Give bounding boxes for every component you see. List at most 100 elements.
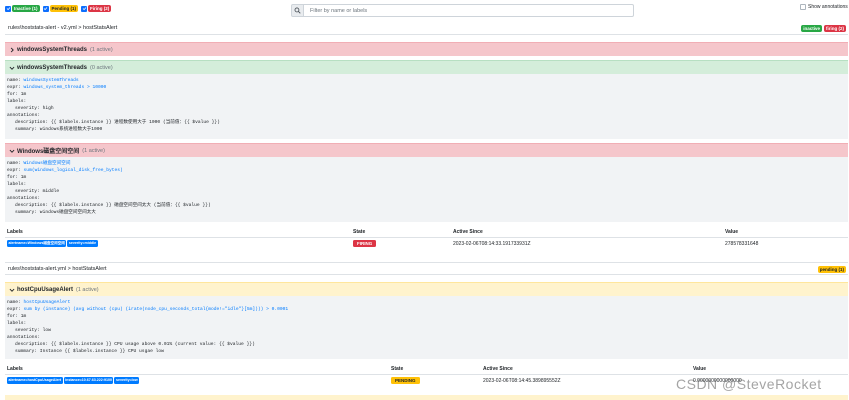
- checkbox-checked-icon[interactable]: [42, 5, 49, 12]
- rule-annotations-line: annotations:: [7, 113, 41, 118]
- checkbox-unchecked-icon[interactable]: [800, 4, 806, 10]
- state-badge: PENDING: [391, 377, 420, 384]
- group-state-badges: pending (1): [817, 266, 846, 273]
- table-header-row: Labels State Active Since Value: [5, 227, 848, 238]
- rule-annotations-line: annotations:: [7, 196, 41, 201]
- firing-badge: firing (2): [824, 25, 846, 32]
- rule-severity-line: severity: high: [15, 106, 54, 111]
- rule-expr-line: expr: sum(windows_logical_disk_free_byte…: [7, 168, 123, 173]
- checkbox-checked-icon[interactable]: [81, 5, 88, 12]
- pending-badge: pending (1): [817, 266, 846, 273]
- rule-name-link[interactable]: windowsSystemThreads: [24, 78, 79, 83]
- show-annotations-toggle[interactable]: Show annotations: [800, 4, 848, 10]
- alert-active-since-cell: 2023-02-06T08:14:45.389895552Z: [481, 374, 691, 386]
- rule-header-windows-disk-space[interactable]: Windows磁盘空间空间 (1 active): [5, 143, 848, 157]
- group-state-badges: inactive firing (2): [801, 25, 846, 32]
- filter-firing[interactable]: Firing (2): [81, 5, 112, 12]
- rule-expr-line: expr: windows_system_threads > 10000: [7, 85, 107, 90]
- label-badge: alertname=Windows磁盘空间空间: [7, 240, 67, 247]
- alerts-table: Labels State Active Since Value alertnam…: [5, 227, 848, 249]
- alert-active-since-cell: 2023-02-06T08:14:33.191733931Z: [451, 237, 723, 249]
- rule-description-line: description: {{ $labels.instance }} CPU …: [15, 342, 255, 347]
- search-input[interactable]: [304, 4, 634, 17]
- rule-name: windowsSystemThreads: [17, 64, 88, 71]
- show-annotations-label: Show annotations: [808, 4, 848, 10]
- rule-name-link[interactable]: Windows磁盘空间空间: [24, 161, 71, 166]
- label-badge: alertname=hostCpuUsageAlert: [7, 377, 63, 384]
- rule-header-windows-system-threads-inactive[interactable]: windowsSystemThreads (0 active): [5, 60, 848, 74]
- rule-group-header: rules\hoststats-alert.yml > hostStatsAle…: [5, 262, 848, 275]
- rule-summary-line: summary: Instance {{ $labels.instance }}…: [15, 349, 164, 354]
- firing-filter-badge: Firing (2): [88, 5, 112, 12]
- state-filters: Inactive (1) Pending (1) Firing (2): [5, 5, 112, 12]
- inactive-badge: inactive: [801, 25, 822, 32]
- chevron-down-icon: [9, 149, 15, 153]
- column-header-active-since: Active Since: [451, 227, 723, 238]
- rule-summary-line: summary: windows系统进程数大于1000: [15, 127, 103, 132]
- rule-definition: name: windowsSystemThreads expr: windows_…: [5, 74, 848, 139]
- chevron-right-icon: [10, 47, 14, 52]
- column-header-state: State: [351, 227, 451, 238]
- column-header-active-since: Active Since: [481, 364, 691, 375]
- rule-definition: name: hostCpuUsageAlert expr: sum by (ins…: [5, 296, 848, 359]
- label-badge: instance=10.67.63.222:9100: [63, 377, 114, 384]
- rule-active-count: (0 active): [90, 64, 113, 71]
- search-icon[interactable]: [291, 4, 304, 17]
- rule-header-host-cpu-usage[interactable]: hostCpuUsageAlert (1 active): [5, 282, 848, 296]
- rule-group-path: rules\hoststats-alert - v2.yml > hostSta…: [8, 25, 118, 31]
- rule-for-line: for: 1m: [7, 175, 27, 180]
- rule-name-line: name: Windows磁盘空间空间: [7, 161, 71, 166]
- rule-expr-link[interactable]: sum(windows_logical_disk_free_bytes): [24, 168, 123, 173]
- rule-description-line: description: {{ $labels.instance }} 进程数使…: [15, 120, 220, 125]
- rule-for-line: for: 1m: [7, 314, 27, 319]
- watermark: CSDN @SteveRocket: [676, 376, 822, 392]
- rule-header-windows-system-threads-firing[interactable]: windowsSystemThreads (1 active): [5, 42, 848, 56]
- state-badge: FIRING: [353, 240, 377, 247]
- toolbar: Inactive (1) Pending (1) Firing (2) Show…: [0, 0, 849, 20]
- rule-summary-line: summary: windows磁盘空间空间太大: [15, 210, 96, 215]
- alert-labels-cell: alertname=hostCpuUsageAlert instance=10.6…: [5, 374, 389, 386]
- table-row: alertname=Windows磁盘空间空间 severity=middle F…: [5, 237, 848, 249]
- alert-labels-cell: alertname=Windows磁盘空间空间 severity=middle: [5, 237, 351, 249]
- rule-labels-line: labels:: [7, 182, 27, 187]
- rule-severity-line: severity: middle: [15, 189, 60, 194]
- alert-state-cell: FIRING: [351, 237, 451, 249]
- rule-expr-line: expr: sum by (instance) (avg without (cp…: [7, 307, 289, 312]
- rule-active-count: (1 active): [90, 46, 113, 53]
- rule-name-line: name: hostCpuUsageAlert: [7, 300, 71, 305]
- chevron-down-icon: [9, 288, 15, 292]
- rule-labels-line: labels:: [7, 99, 27, 104]
- label-badge: severity=middle: [67, 240, 98, 247]
- inactive-filter-badge: Inactive (1): [12, 5, 40, 12]
- column-header-state: State: [389, 364, 481, 375]
- table-header-row: Labels State Active Since Value: [5, 364, 848, 375]
- chevron-down-icon: [9, 66, 15, 70]
- rule-group-path: rules\hoststats-alert.yml > hostStatsAle…: [8, 265, 107, 272]
- rule-active-count: (1 active): [76, 286, 99, 293]
- rule-group-header: rules\hoststats-alert - v2.yml > hostSta…: [5, 22, 848, 35]
- checkbox-checked-icon[interactable]: [5, 5, 11, 12]
- column-header-value: Value: [691, 364, 848, 375]
- pending-filter-badge: Pending (1): [49, 5, 79, 12]
- rule-for-line: for: 1m: [7, 92, 27, 97]
- rule-definition: name: Windows磁盘空间空间 expr: sum(windows_log…: [5, 157, 848, 222]
- alert-value-cell: 278578331648: [723, 237, 848, 249]
- rule-name: windowsSystemThreads: [17, 46, 88, 53]
- column-header-labels: Labels: [5, 364, 389, 375]
- rule-description-line: description: {{ $labels.instance }} 磁盘空间…: [15, 203, 211, 208]
- rule-name-link[interactable]: hostCpuUsageAlert: [24, 300, 71, 305]
- rule-expr-link[interactable]: windows_system_threads > 10000: [24, 85, 107, 90]
- rule-severity-line: severity: low: [15, 328, 51, 333]
- search-bar: [291, 4, 634, 17]
- rule-labels-line: labels:: [7, 321, 27, 326]
- filter-pending[interactable]: Pending (1): [42, 5, 79, 12]
- rule-name: hostCpuUsageAlert: [17, 286, 74, 293]
- next-rule-header-partial: [5, 395, 848, 400]
- filter-inactive[interactable]: Inactive (1): [5, 5, 40, 12]
- label-badge: severity=low: [114, 377, 140, 384]
- rule-expr-link[interactable]: sum by (instance) (avg without (cpu) (ir…: [24, 307, 289, 312]
- alert-state-cell: PENDING: [389, 374, 481, 386]
- column-header-value: Value: [723, 227, 848, 238]
- rule-name-line: name: windowsSystemThreads: [7, 78, 79, 83]
- rule-active-count: (1 active): [82, 147, 105, 154]
